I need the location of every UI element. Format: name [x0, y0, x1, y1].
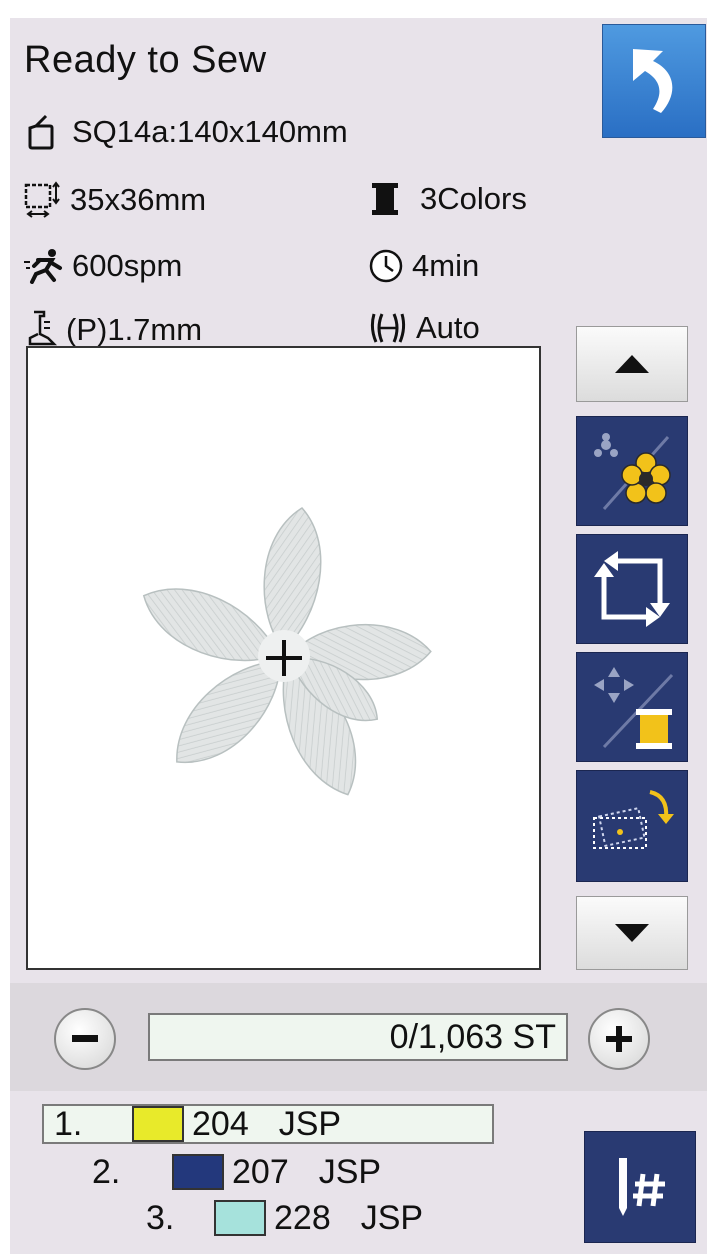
design-size-value: 35x36mm [70, 182, 207, 217]
thread-cut-value: Auto [416, 310, 480, 345]
foot-height-info: (P)1.7mm [24, 310, 202, 350]
design-size-info: 35x36mm [24, 181, 206, 219]
color-list-item[interactable]: 2. 207 JSP [92, 1152, 381, 1192]
hoop-icon [28, 114, 54, 150]
color-index: 3. [146, 1198, 175, 1237]
color-brand: JSP [318, 1152, 382, 1191]
stitch-forward-button[interactable] [588, 1008, 650, 1070]
clock-icon [369, 249, 403, 283]
triangle-down-icon [615, 924, 649, 942]
color-swatch [172, 1154, 224, 1190]
color-brand: JSP [360, 1198, 424, 1237]
color-count-value: 3Colors [420, 181, 527, 216]
foot-height-value: (P)1.7mm [66, 312, 203, 347]
scroll-down-button[interactable] [576, 896, 688, 970]
color-code: 228 [274, 1198, 331, 1237]
presser-foot-icon [28, 310, 58, 349]
jog-spool-icon [594, 667, 674, 749]
flower-color-icon [594, 433, 671, 510]
design-size-icon [24, 181, 60, 218]
needle-number-button[interactable] [584, 1131, 696, 1243]
color-code: 204 [192, 1104, 249, 1143]
plus-icon [606, 1026, 632, 1052]
runner-icon [24, 249, 62, 284]
thread-cut-info: Auto [368, 310, 480, 346]
color-swatch [214, 1200, 266, 1236]
hoop-info: SQ14a:140x140mm [24, 114, 348, 150]
color-brand: JSP [278, 1104, 342, 1143]
color-index: 2. [92, 1152, 121, 1191]
minus-icon [72, 1035, 98, 1042]
speed-info: 600spm [24, 248, 182, 284]
hoop-rotate-icon [593, 790, 674, 849]
ready-to-sew-screen: Ready to Sew SQ14a:140x140mm 35x36mm 3Co… [10, 18, 707, 1254]
design-preview [26, 346, 541, 970]
stitch-counter-bar: 0/1,063 ST [10, 983, 707, 1091]
color-swatch [132, 1106, 184, 1142]
stitch-count-field: 0/1,063 ST [148, 1013, 568, 1061]
thread-cut-icon [370, 313, 406, 343]
color-select-button[interactable] [576, 416, 688, 526]
page-title: Ready to Sew [24, 39, 267, 81]
trace-arrows-icon [594, 551, 670, 627]
color-list-item[interactable]: 3. 228 JSP [146, 1198, 423, 1238]
back-button[interactable] [602, 24, 706, 138]
color-count-info: 3Colors [368, 181, 527, 217]
hoop-value: SQ14a:140x140mm [72, 114, 348, 149]
scroll-up-button[interactable] [576, 326, 688, 402]
thread-spool-icon [372, 183, 398, 215]
speed-value: 600spm [72, 248, 183, 283]
needle-number-icon [619, 1158, 665, 1216]
color-index: 1. [54, 1104, 83, 1143]
stitch-back-button[interactable] [54, 1008, 116, 1070]
jog-thread-button[interactable] [576, 652, 688, 762]
return-icon [633, 49, 673, 113]
rotate-hoop-button[interactable] [576, 770, 688, 882]
color-list-item[interactable]: 1. 204 JSP [42, 1104, 494, 1144]
trace-button[interactable] [576, 534, 688, 644]
time-info: 4min [368, 248, 479, 284]
flower-design [142, 507, 432, 796]
color-code: 207 [232, 1152, 289, 1191]
triangle-up-icon [615, 355, 649, 373]
time-value: 4min [412, 248, 480, 283]
